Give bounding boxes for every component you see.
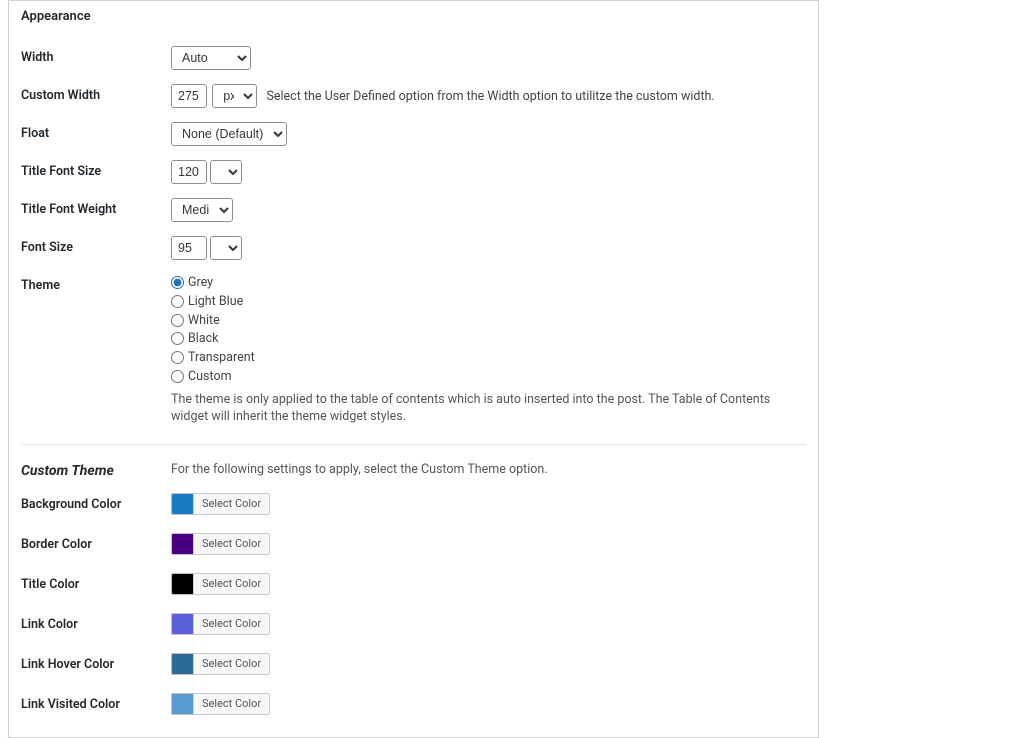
theme-radio-grey[interactable] bbox=[171, 276, 184, 289]
appearance-panel: Appearance Width Auto Custom Width px Se… bbox=[8, 0, 819, 738]
title-font-size-control: % bbox=[171, 160, 806, 184]
theme-option-black[interactable]: Black bbox=[171, 330, 806, 349]
custom-theme-hint: For the following settings to apply, sel… bbox=[171, 461, 806, 479]
border-color-label: Border Color bbox=[21, 533, 171, 552]
row-link-color: Link Color Select Color bbox=[21, 599, 806, 639]
theme-radio-transparent-label: Transparent bbox=[188, 350, 255, 365]
title-font-size-unit-select[interactable]: % bbox=[210, 160, 242, 184]
row-theme: Theme Grey Light Blue White Black Transp… bbox=[21, 260, 806, 426]
row-custom-theme-heading: Custom Theme For the following settings … bbox=[21, 444, 806, 479]
background-color-swatch bbox=[171, 493, 193, 515]
font-size-label: Font Size bbox=[21, 236, 171, 255]
link-color-swatch bbox=[171, 613, 193, 635]
link-visited-color-label: Link Visited Color bbox=[21, 693, 171, 712]
font-size-input[interactable] bbox=[171, 236, 207, 260]
border-color-control: Select Color bbox=[171, 533, 806, 559]
link-visited-color-control: Select Color bbox=[171, 693, 806, 719]
row-font-size: Font Size % bbox=[21, 222, 806, 260]
link-hover-color-button[interactable]: Select Color bbox=[193, 653, 270, 675]
float-select[interactable]: None (Default) bbox=[171, 122, 287, 146]
width-label: Width bbox=[21, 46, 171, 65]
title-font-size-input[interactable] bbox=[171, 160, 207, 184]
theme-radio-light-blue[interactable] bbox=[171, 295, 184, 308]
row-title-color: Title Color Select Color bbox=[21, 559, 806, 599]
title-font-weight-select[interactable]: Medium bbox=[171, 198, 233, 222]
background-color-button[interactable]: Select Color bbox=[193, 493, 270, 515]
panel-title: Appearance bbox=[9, 1, 818, 32]
width-control: Auto bbox=[171, 46, 806, 70]
row-link-hover-color: Link Hover Color Select Color bbox=[21, 639, 806, 679]
font-size-control: % bbox=[171, 236, 806, 260]
link-color-button[interactable]: Select Color bbox=[193, 613, 270, 635]
theme-radio-transparent[interactable] bbox=[171, 351, 184, 364]
theme-option-light-blue[interactable]: Light Blue bbox=[171, 293, 806, 312]
theme-radio-black[interactable] bbox=[171, 332, 184, 345]
row-link-visited-color: Link Visited Color Select Color bbox=[21, 679, 806, 719]
title-color-picker[interactable]: Select Color bbox=[171, 573, 270, 595]
row-title-font-size: Title Font Size % bbox=[21, 146, 806, 184]
link-visited-color-button[interactable]: Select Color bbox=[193, 693, 270, 715]
row-border-color: Border Color Select Color bbox=[21, 519, 806, 559]
border-color-button[interactable]: Select Color bbox=[193, 533, 270, 555]
link-color-picker[interactable]: Select Color bbox=[171, 613, 270, 635]
background-color-control: Select Color bbox=[171, 493, 806, 519]
theme-control: Grey Light Blue White Black Transparent … bbox=[171, 274, 806, 426]
title-font-weight-control: Medium bbox=[171, 198, 806, 222]
custom-theme-heading: Custom Theme bbox=[21, 459, 171, 479]
border-color-swatch bbox=[171, 533, 193, 555]
link-visited-color-picker[interactable]: Select Color bbox=[171, 693, 270, 715]
row-float: Float None (Default) bbox=[21, 108, 806, 146]
title-font-size-label: Title Font Size bbox=[21, 160, 171, 179]
custom-theme-heading-control: For the following settings to apply, sel… bbox=[171, 459, 806, 479]
background-color-picker[interactable]: Select Color bbox=[171, 493, 270, 515]
theme-label: Theme bbox=[21, 274, 171, 293]
row-title-font-weight: Title Font Weight Medium bbox=[21, 184, 806, 222]
row-width: Width Auto bbox=[21, 32, 806, 70]
theme-option-transparent[interactable]: Transparent bbox=[171, 349, 806, 368]
custom-width-hint: Select the User Defined option from the … bbox=[266, 89, 714, 104]
custom-width-input[interactable] bbox=[171, 84, 207, 108]
link-hover-color-control: Select Color bbox=[171, 653, 806, 679]
theme-desc: The theme is only applied to the table o… bbox=[171, 391, 806, 426]
row-custom-width: Custom Width px Select the User Defined … bbox=[21, 70, 806, 108]
link-hover-color-picker[interactable]: Select Color bbox=[171, 653, 270, 675]
theme-radio-custom-label: Custom bbox=[188, 369, 232, 384]
custom-width-label: Custom Width bbox=[21, 84, 171, 103]
link-color-label: Link Color bbox=[21, 613, 171, 632]
title-color-button[interactable]: Select Color bbox=[193, 573, 270, 595]
title-color-control: Select Color bbox=[171, 573, 806, 599]
custom-width-control: px Select the User Defined option from t… bbox=[171, 84, 806, 108]
theme-radio-grey-label: Grey bbox=[188, 275, 213, 290]
theme-radio-white[interactable] bbox=[171, 314, 184, 327]
theme-option-grey[interactable]: Grey bbox=[171, 274, 806, 293]
theme-option-custom[interactable]: Custom bbox=[171, 368, 806, 387]
background-color-label: Background Color bbox=[21, 493, 171, 512]
width-select[interactable]: Auto bbox=[171, 46, 251, 70]
theme-radio-light-blue-label: Light Blue bbox=[188, 294, 243, 309]
title-color-swatch bbox=[171, 573, 193, 595]
theme-radio-custom[interactable] bbox=[171, 370, 184, 383]
float-control: None (Default) bbox=[171, 122, 806, 146]
border-color-picker[interactable]: Select Color bbox=[171, 533, 270, 555]
theme-radio-white-label: White bbox=[188, 313, 220, 328]
theme-radio-black-label: Black bbox=[188, 331, 219, 346]
custom-width-unit-select[interactable]: px bbox=[212, 84, 257, 108]
title-color-label: Title Color bbox=[21, 573, 171, 592]
link-color-control: Select Color bbox=[171, 613, 806, 639]
float-label: Float bbox=[21, 122, 171, 141]
title-font-weight-label: Title Font Weight bbox=[21, 198, 171, 217]
link-hover-color-label: Link Hover Color bbox=[21, 653, 171, 672]
link-hover-color-swatch bbox=[171, 653, 193, 675]
panel-body: Width Auto Custom Width px Select the Us… bbox=[9, 32, 818, 737]
theme-option-white[interactable]: White bbox=[171, 312, 806, 331]
link-visited-color-swatch bbox=[171, 693, 193, 715]
font-size-unit-select[interactable]: % bbox=[210, 236, 242, 260]
row-background-color: Background Color Select Color bbox=[21, 479, 806, 519]
